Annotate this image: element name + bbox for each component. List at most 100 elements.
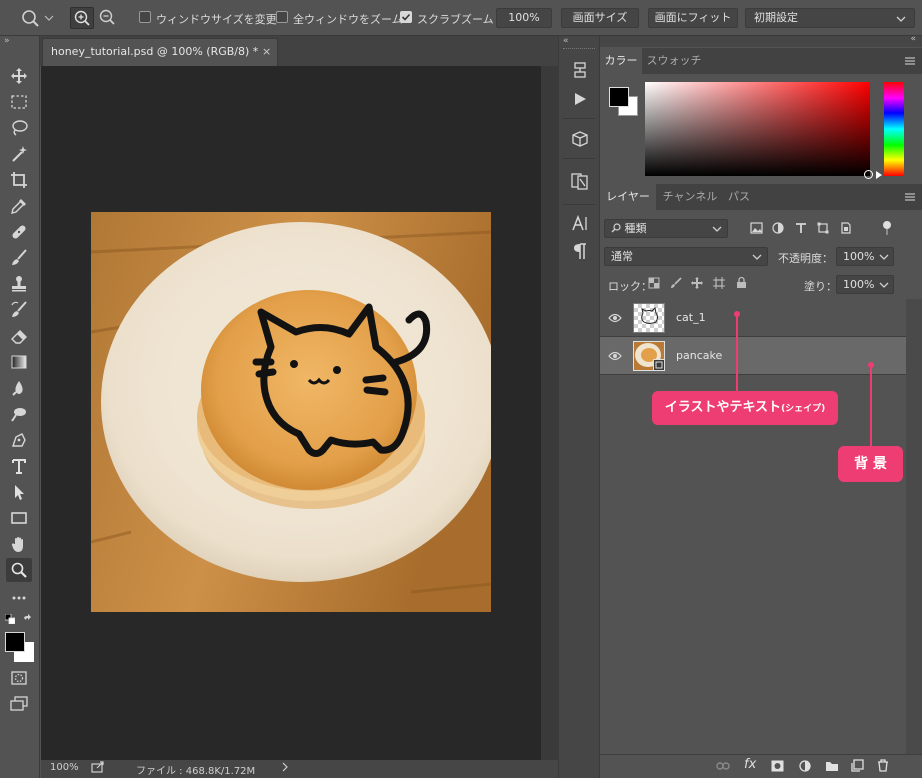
- panel-menu-icon[interactable]: [904, 192, 916, 205]
- move-tool-icon[interactable]: [6, 64, 32, 88]
- eraser-tool-icon[interactable]: [6, 324, 32, 348]
- magic-wand-tool-icon[interactable]: [6, 142, 32, 166]
- fx-icon[interactable]: fx: [744, 757, 756, 772]
- tab-color[interactable]: カラー: [600, 48, 642, 74]
- filter-smart-object-icon[interactable]: [840, 222, 852, 237]
- chevron-right-icon[interactable]: [281, 761, 289, 776]
- filter-pixel-icon[interactable]: [750, 222, 763, 237]
- blend-mode-select[interactable]: 通常: [604, 247, 768, 266]
- paragraph-panel-icon[interactable]: [569, 240, 591, 262]
- eyedropper-tool-icon[interactable]: [6, 194, 32, 218]
- visibility-eye-icon[interactable]: [608, 351, 622, 364]
- character-panel-icon[interactable]: [569, 212, 591, 234]
- zoom-all-windows-label: 全ウィンドウをズーム: [293, 13, 403, 26]
- preset-select[interactable]: 初期設定: [745, 8, 915, 28]
- tab-paths[interactable]: パス: [724, 184, 754, 210]
- zoom-tool-icon[interactable]: [6, 558, 32, 582]
- filter-type-icon[interactable]: [795, 222, 807, 237]
- rectangle-tool-icon[interactable]: [6, 506, 32, 530]
- marquee-tool-icon[interactable]: [6, 90, 32, 114]
- opacity-field[interactable]: 100%: [836, 247, 894, 266]
- hue-slider-handle[interactable]: [876, 171, 882, 179]
- screen-size-button[interactable]: 画面サイズ: [561, 8, 639, 28]
- lock-position-icon[interactable]: [691, 277, 703, 292]
- options-bar: ウィンドウサイズを変更 全ウィンドウをズーム スクラブズーム 100% 画面サイ…: [0, 0, 922, 36]
- visibility-eye-icon[interactable]: [608, 313, 622, 326]
- new-layer-icon[interactable]: [851, 759, 864, 775]
- add-mask-icon[interactable]: [771, 760, 784, 775]
- lasso-tool-icon[interactable]: [6, 116, 32, 140]
- resize-window-checkbox[interactable]: [139, 11, 151, 23]
- color-panel-foreground-swatch[interactable]: [609, 87, 629, 107]
- panel-menu-icon[interactable]: [904, 56, 916, 69]
- link-layers-icon[interactable]: [716, 761, 730, 774]
- gradient-tool-icon[interactable]: [6, 350, 32, 374]
- layers-bottom-bar: fx: [600, 754, 922, 778]
- default-colors-icon[interactable]: [4, 613, 16, 627]
- chevron-down-icon: [879, 282, 889, 288]
- swap-colors-icon[interactable]: [22, 614, 34, 629]
- crop-tool-icon[interactable]: [6, 168, 32, 192]
- layers-list: cat_1 pancake: [600, 299, 922, 756]
- hue-slider[interactable]: [884, 82, 904, 176]
- export-icon[interactable]: [91, 761, 105, 776]
- new-group-icon[interactable]: [825, 760, 839, 775]
- collapse-arrows-icon[interactable]: «: [910, 34, 916, 44]
- canvas-area[interactable]: [41, 66, 541, 760]
- healing-brush-tool-icon[interactable]: [6, 220, 32, 244]
- fit-screen-button[interactable]: 画面にフィット: [648, 8, 738, 28]
- zoom-in-button[interactable]: [70, 7, 94, 29]
- color-picker-cursor[interactable]: [864, 170, 873, 179]
- lock-all-icon[interactable]: [736, 276, 747, 292]
- zoom-tool-preset-button[interactable]: [18, 7, 56, 29]
- preset-select-value: 初期設定: [754, 11, 798, 24]
- layer-name[interactable]: pancake: [676, 349, 722, 362]
- filter-toggle-switch[interactable]: [882, 220, 892, 239]
- tab-layers[interactable]: レイヤー: [600, 184, 656, 210]
- layer-name[interactable]: cat_1: [676, 311, 706, 324]
- hand-tool-icon[interactable]: [6, 532, 32, 556]
- foreground-color-swatch[interactable]: [5, 632, 25, 652]
- smart-object-badge-icon: [653, 359, 665, 371]
- quick-mask-icon[interactable]: [6, 666, 32, 690]
- document-tab[interactable]: honey_tutorial.psd @ 100% (RGB/8) * ×: [42, 38, 278, 66]
- filter-shape-icon[interactable]: [817, 222, 829, 237]
- blur-tool-icon[interactable]: [6, 376, 32, 400]
- libraries-panel-icon[interactable]: [569, 170, 591, 192]
- layer-row[interactable]: cat_1: [600, 299, 906, 337]
- more-tools-icon[interactable]: [6, 586, 32, 610]
- zoom-percent-field[interactable]: 100%: [496, 8, 552, 28]
- brush-tool-icon[interactable]: [6, 246, 32, 270]
- actions-play-icon[interactable]: [569, 88, 591, 110]
- pen-tool-icon[interactable]: [6, 428, 32, 452]
- vertical-scrollbar[interactable]: [541, 66, 558, 760]
- collapse-arrows-icon[interactable]: »: [4, 36, 10, 46]
- status-zoom[interactable]: 100%: [50, 762, 79, 773]
- screen-mode-icon[interactable]: [6, 692, 32, 716]
- adjustment-layer-icon[interactable]: [799, 760, 811, 775]
- tab-swatches[interactable]: スウォッチ: [646, 48, 702, 74]
- lock-artboard-icon[interactable]: [713, 277, 725, 292]
- lock-pixels-icon[interactable]: [670, 277, 682, 292]
- layer-row-selected[interactable]: pancake: [600, 337, 906, 375]
- history-brush-tool-icon[interactable]: [6, 298, 32, 322]
- tab-channels[interactable]: チャンネル: [658, 184, 722, 210]
- fill-field[interactable]: 100%: [836, 275, 894, 294]
- layers-scrollbar[interactable]: [906, 299, 922, 754]
- dodge-tool-icon[interactable]: [6, 402, 32, 426]
- collapse-arrows-icon[interactable]: «: [563, 36, 569, 46]
- color-field[interactable]: [645, 82, 873, 179]
- clone-stamp-tool-icon[interactable]: [6, 272, 32, 296]
- 3d-panel-icon[interactable]: [569, 128, 591, 150]
- filter-adjustment-icon[interactable]: [772, 222, 785, 237]
- delete-layer-icon[interactable]: [877, 759, 889, 775]
- layer-filter-select[interactable]: 種類: [604, 219, 728, 238]
- history-panel-icon[interactable]: [569, 60, 591, 82]
- type-tool-icon[interactable]: [6, 454, 32, 478]
- zoom-all-windows-checkbox[interactable]: [276, 11, 288, 23]
- zoom-out-button[interactable]: [96, 7, 120, 29]
- lock-transparent-icon[interactable]: [648, 277, 660, 292]
- scrubby-zoom-checkbox[interactable]: [400, 11, 412, 23]
- close-tab-icon[interactable]: ×: [262, 39, 271, 65]
- path-selection-tool-icon[interactable]: [6, 480, 32, 504]
